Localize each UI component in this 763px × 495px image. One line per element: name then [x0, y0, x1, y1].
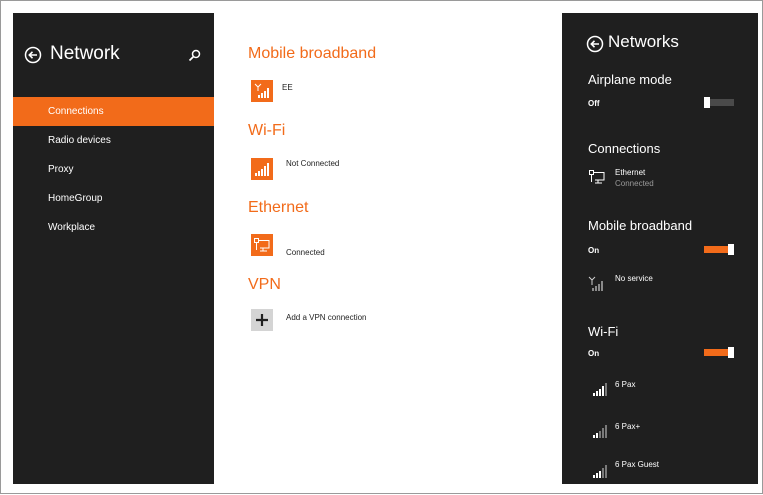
- wifi-network-item[interactable]: 6 Pax Guest: [562, 457, 758, 483]
- ethernet-connection-status: Connected: [615, 179, 654, 188]
- sidebar-item-label: Radio devices: [48, 135, 111, 146]
- airplane-mode-heading: Airplane mode: [588, 72, 672, 87]
- connections-heading: Connections: [588, 141, 661, 156]
- mobile-signal-icon: [588, 276, 603, 291]
- wifi-item[interactable]: [251, 158, 273, 180]
- mobile-broadband-heading: Mobile broadband: [248, 45, 377, 62]
- sidebar-item-label: Proxy: [48, 164, 74, 175]
- airplane-mode-state: Off: [588, 99, 600, 108]
- sidebar-item-connections[interactable]: Connections: [13, 97, 214, 126]
- sidebar-item-label: HomeGroup: [48, 193, 103, 204]
- wifi-state: On: [588, 349, 600, 358]
- wifi-network-name: 6 Pax Guest: [615, 460, 660, 469]
- wifi-network-item[interactable]: 6 Pax+: [562, 417, 758, 443]
- sidebar-nav: Connections Radio devices Proxy HomeGrou…: [13, 97, 214, 242]
- sidebar-title: Network: [50, 43, 120, 64]
- wifi-network-name: 6 Pax+: [615, 422, 641, 431]
- sidebar-item-label: Connections: [48, 106, 104, 117]
- mobile-signal-icon: [254, 83, 269, 98]
- add-vpn-button[interactable]: [251, 309, 273, 331]
- toggle-knob: [704, 97, 710, 108]
- toggle-knob: [728, 347, 734, 358]
- settings-sidebar: Network Connections Radio devices Proxy …: [13, 13, 214, 484]
- sidebar-item-radio-devices[interactable]: Radio devices: [13, 126, 214, 155]
- mobile-broadband-item[interactable]: [251, 80, 273, 102]
- sidebar-item-proxy[interactable]: Proxy: [13, 155, 214, 184]
- window-frame: Network Connections Radio devices Proxy …: [0, 0, 763, 494]
- vpn-heading: VPN: [248, 276, 281, 293]
- sidebar-item-label: Workplace: [48, 222, 96, 233]
- ethernet-label: Connected: [286, 248, 325, 257]
- plus-icon: [256, 314, 268, 326]
- mobile-broadband-toggle[interactable]: [704, 244, 734, 255]
- wifi-network-item[interactable]: 6 Pax: [562, 375, 758, 401]
- wifi-label: Not Connected: [286, 159, 340, 168]
- wifi-heading: Wi-Fi: [588, 324, 619, 339]
- search-icon[interactable]: [188, 49, 201, 62]
- ethernet-heading: Ethernet: [248, 199, 309, 216]
- ethernet-icon: [589, 170, 605, 184]
- back-arrow-icon[interactable]: [24, 46, 42, 64]
- wifi-signal-icon: [593, 425, 607, 438]
- add-vpn-label: Add a VPN connection: [286, 313, 367, 322]
- wifi-signal-icon: [593, 383, 607, 396]
- back-arrow-icon[interactable]: [586, 35, 604, 53]
- sidebar-item-homegroup[interactable]: HomeGroup: [13, 184, 214, 213]
- wifi-signal-icon: [593, 465, 607, 478]
- wifi-signal-icon: [255, 163, 269, 176]
- ethernet-item[interactable]: [251, 234, 273, 256]
- charm-title: Networks: [608, 32, 679, 51]
- mobile-broadband-status[interactable]: No service: [615, 274, 653, 283]
- ethernet-icon: [254, 238, 270, 252]
- toggle-knob: [728, 244, 734, 255]
- sidebar-item-workplace[interactable]: Workplace: [13, 213, 214, 242]
- mobile-broadband-label: EE: [282, 83, 293, 92]
- mobile-broadband-heading: Mobile broadband: [588, 218, 693, 233]
- networks-charm: Networks Airplane mode Off Connections E…: [562, 13, 758, 484]
- airplane-mode-toggle[interactable]: [704, 97, 734, 108]
- mobile-broadband-state: On: [588, 246, 600, 255]
- wifi-toggle[interactable]: [704, 347, 734, 358]
- ethernet-connection-name[interactable]: Ethernet: [615, 168, 645, 177]
- wifi-heading: Wi-Fi: [248, 122, 286, 139]
- wifi-network-name: 6 Pax: [615, 380, 636, 389]
- connections-content: Mobile broadband EE Wi-Fi Not Connected …: [248, 1, 548, 495]
